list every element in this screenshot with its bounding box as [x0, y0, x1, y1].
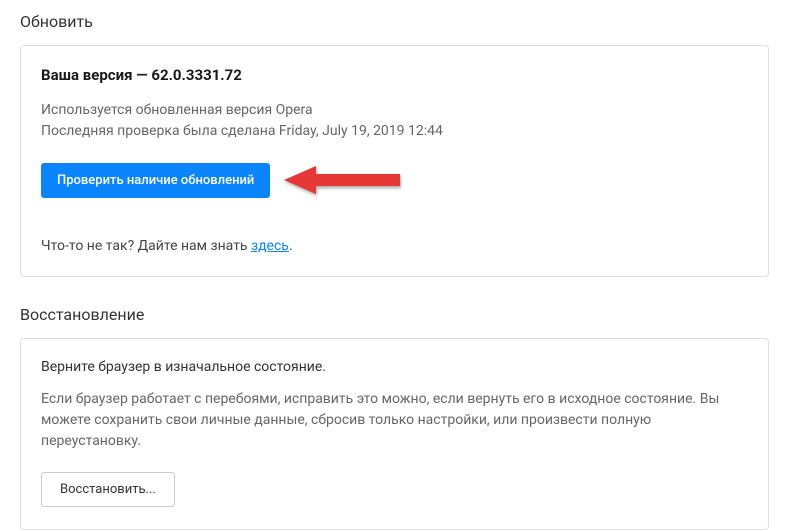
last-check-text: Последняя проверка была сделана Friday, …	[41, 121, 748, 142]
restore-card: Верните браузер в изначальное состояние.…	[20, 338, 769, 530]
version-label: Ваша версия — 62.0.3331.72	[41, 66, 748, 84]
restore-description-text: Если браузер работает с перебоями, испра…	[41, 389, 748, 452]
check-updates-button[interactable]: Проверить наличие обновлений	[41, 163, 270, 198]
update-section-title: Обновить	[20, 12, 769, 31]
update-card: Ваша версия — 62.0.3331.72 Используется …	[20, 45, 769, 277]
feedback-suffix: .	[289, 238, 293, 254]
restore-section-title: Восстановление	[20, 305, 769, 324]
feedback-link[interactable]: здесь	[251, 238, 289, 254]
update-button-row: Проверить наличие обновлений	[41, 160, 748, 200]
arrow-left-icon	[282, 160, 402, 200]
feedback-text: Что-то не так? Дайте нам знать здесь.	[41, 238, 748, 254]
restore-button[interactable]: Восстановить...	[41, 472, 175, 507]
feedback-prefix: Что-то не так? Дайте нам знать	[41, 238, 251, 254]
restore-intro-text: Верните браузер в изначальное состояние.	[41, 359, 748, 375]
update-status-text: Используется обновленная версия Opera	[41, 100, 748, 121]
